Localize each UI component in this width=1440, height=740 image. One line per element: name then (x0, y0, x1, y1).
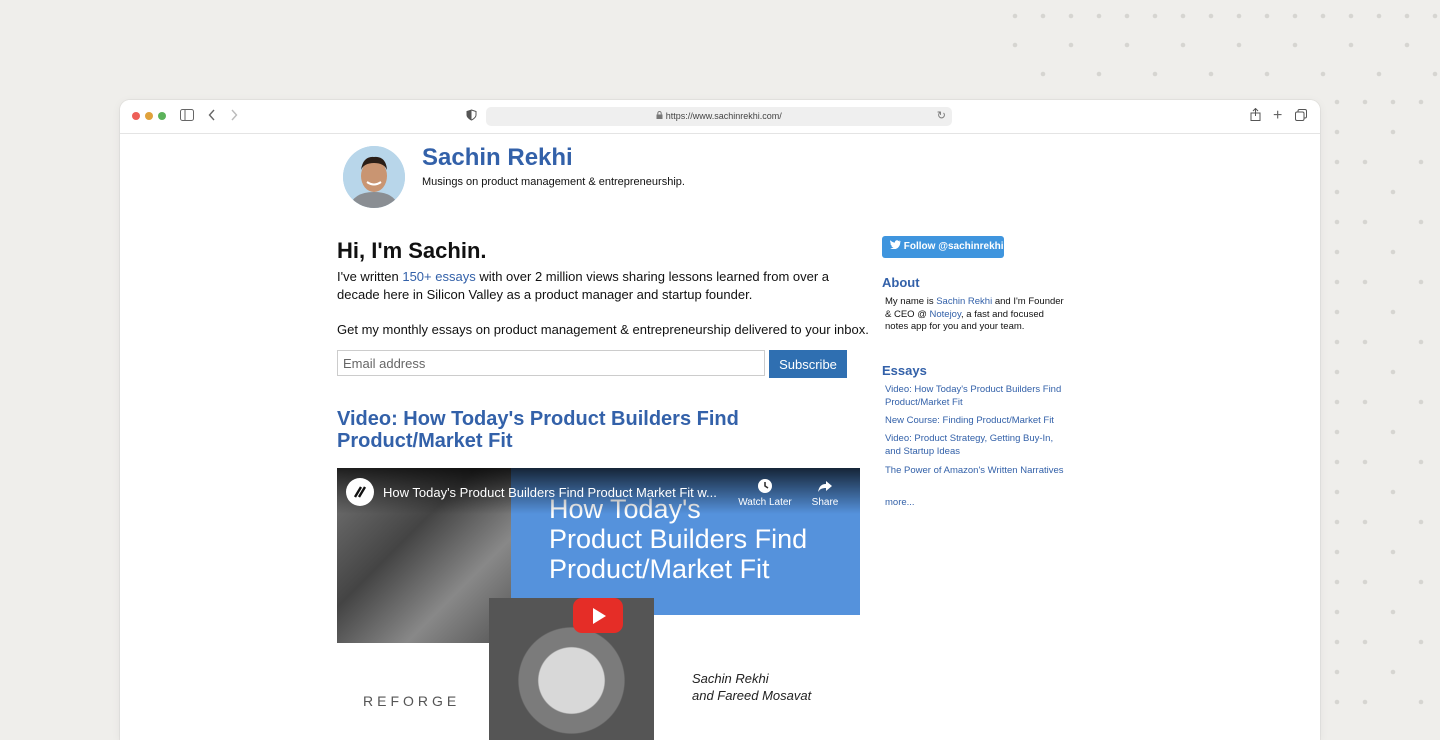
cohost-photo (489, 598, 654, 740)
share-icon[interactable] (1250, 107, 1261, 124)
follow-label: Follow @sachinrekhi (903, 241, 1004, 252)
tab-overview-icon[interactable] (1295, 108, 1307, 124)
subscribe-button[interactable]: Subscribe (769, 350, 847, 378)
address-bar[interactable]: https://www.sachinrekhi.com/ ↻ (486, 107, 952, 126)
intro-paragraph: I've written 150+ essays with over 2 mil… (337, 268, 857, 304)
more-essays-link[interactable]: more... (885, 497, 1065, 510)
site-tagline: Musings on product management & entrepre… (422, 176, 685, 188)
video-title[interactable]: How Today's Product Builders Find Produc… (383, 485, 717, 500)
site-title[interactable]: Sachin Rekhi (422, 144, 573, 172)
author-line-2: and Fareed Mosavat (692, 688, 812, 703)
lock-icon (656, 111, 666, 121)
share-video-button[interactable]: Share (805, 478, 845, 508)
back-icon[interactable] (208, 108, 216, 124)
minimize-window-button[interactable] (145, 112, 153, 120)
essay-link[interactable]: New Course: Finding Product/Market Fit (885, 415, 1065, 428)
privacy-shield-icon[interactable] (466, 108, 477, 124)
newsletter-text: Get my monthly essays on product managem… (337, 322, 869, 337)
play-icon (593, 608, 606, 624)
browser-toolbar: https://www.sachinrekhi.com/ ↻ + (120, 100, 1320, 134)
email-field[interactable] (337, 350, 765, 376)
about-heading: About (882, 275, 920, 290)
essay-link[interactable]: Video: How Today's Product Builders Find… (885, 384, 1065, 409)
essay-link[interactable]: The Power of Amazon's Written Narratives (885, 465, 1065, 478)
watch-later-button[interactable]: Watch Later (735, 478, 795, 508)
video-embed[interactable]: How Today's Product Builders Find Produc… (337, 468, 860, 740)
url-text: https://www.sachinrekhi.com/ (665, 111, 782, 121)
author-line-1: Sachin Rekhi (692, 671, 769, 686)
new-tab-icon[interactable]: + (1273, 108, 1282, 124)
share-label: Share (811, 497, 839, 508)
clock-icon (757, 479, 773, 497)
about-name-link[interactable]: Sachin Rekhi (936, 296, 992, 307)
page-heading: Hi, I'm Sachin. (337, 238, 487, 263)
forward-icon[interactable] (230, 108, 238, 124)
page-content: Sachin Rekhi Musings on product manageme… (120, 134, 1320, 740)
maximize-window-button[interactable] (158, 112, 166, 120)
essay-link[interactable]: Video: Product Strategy, Getting Buy-In,… (885, 433, 1065, 458)
twitter-follow-button[interactable]: Follow @sachinrekhi (882, 236, 1004, 258)
essays-link[interactable]: 150+ essays (402, 269, 475, 284)
sidebar-toggle-icon[interactable] (180, 108, 194, 124)
notejoy-link[interactable]: Notejoy (930, 309, 962, 320)
essays-heading: Essays (882, 363, 927, 378)
intro-text: I've written (337, 269, 403, 284)
share-arrow-icon (817, 481, 833, 497)
avatar[interactable] (343, 146, 405, 208)
browser-window: https://www.sachinrekhi.com/ ↻ + Sachin … (120, 100, 1320, 740)
play-button[interactable] (573, 598, 623, 633)
watch-later-label: Watch Later (738, 497, 792, 508)
twitter-bird-icon (890, 240, 904, 252)
close-window-button[interactable] (132, 112, 140, 120)
reload-icon[interactable]: ↻ (937, 107, 946, 126)
channel-logo-icon[interactable] (346, 478, 374, 506)
brand-label: REFORGE (363, 693, 461, 709)
post-title[interactable]: Video: How Today's Product Builders Find… (337, 408, 837, 452)
about-text: My name is Sachin Rekhi and I'm Founder … (885, 296, 1065, 334)
slide-line-2: Product Builders Find (549, 524, 808, 554)
slide-line-3: Product/Market Fit (549, 554, 770, 584)
about-text-start: My name is (885, 296, 937, 307)
